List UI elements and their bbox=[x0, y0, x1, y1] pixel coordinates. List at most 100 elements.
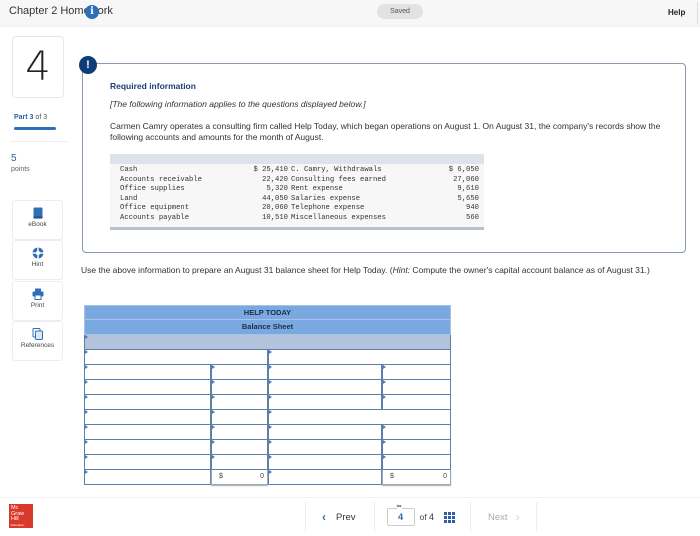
page-number-input[interactable]: ∞ 4 bbox=[386, 503, 415, 526]
next-button[interactable]: Next › bbox=[471, 510, 536, 524]
right-account-dropdown[interactable] bbox=[268, 395, 382, 410]
left-amount-input[interactable] bbox=[211, 395, 268, 410]
left-total-value: $ 0 bbox=[211, 470, 268, 485]
account-amount: 5,650 bbox=[457, 194, 479, 203]
chevron-left-icon: ‹ bbox=[322, 510, 326, 524]
required-info-heading: Required information bbox=[110, 81, 196, 91]
right-account-dropdown[interactable] bbox=[268, 380, 382, 395]
accounts-table-body: Cash $ 25,410 C. Camry, Withdrawals $ 6,050… bbox=[110, 164, 484, 227]
account-amount: $ 6,050 bbox=[448, 166, 479, 174]
mcgraw-hill-logo: Mc Graw Hill Education bbox=[9, 504, 33, 528]
table-row: Accounts receivable 22,420 Consulting fees… bbox=[110, 176, 484, 186]
account-amount: 940 bbox=[466, 204, 479, 213]
right-account-dropdown[interactable] bbox=[268, 365, 382, 380]
lifebuoy-icon bbox=[31, 247, 44, 259]
table-row: $ 0 $ 0 bbox=[84, 470, 451, 485]
left-amount-input[interactable] bbox=[211, 365, 268, 380]
table-row bbox=[84, 365, 451, 380]
right-amount-input[interactable] bbox=[382, 365, 451, 380]
part-of: of 3 bbox=[35, 114, 48, 121]
page-of: of 4 bbox=[420, 512, 434, 522]
next-label: Next bbox=[488, 511, 508, 523]
references-button[interactable]: References bbox=[12, 321, 63, 361]
left-amount-input[interactable] bbox=[211, 440, 268, 455]
part-indicator: Part 3 of 3 bbox=[14, 114, 47, 121]
account-name: Salaries expense bbox=[291, 194, 361, 203]
account-amount: 22,420 bbox=[262, 175, 288, 184]
instructions: Use the above information to prepare an … bbox=[81, 265, 691, 276]
question-navigation: ‹ Prev ∞ 4 of 4 Next › bbox=[305, 502, 537, 532]
account-name: Accounts payable bbox=[120, 213, 190, 222]
right-amount-input[interactable] bbox=[382, 455, 451, 470]
right-account-dropdown[interactable] bbox=[268, 440, 382, 455]
part-progress-bar bbox=[14, 127, 56, 130]
total-pages: 4 bbox=[429, 512, 435, 522]
table-row bbox=[84, 380, 451, 395]
prev-label: Prev bbox=[336, 511, 356, 523]
accounts-table-footer bbox=[110, 226, 484, 230]
divider bbox=[0, 497, 700, 498]
right-amount-input[interactable] bbox=[382, 440, 451, 455]
date-header-dropdown[interactable] bbox=[84, 335, 451, 350]
left-amount-input[interactable] bbox=[211, 380, 268, 395]
left-account-dropdown[interactable] bbox=[84, 440, 211, 455]
left-account-dropdown[interactable] bbox=[84, 410, 211, 425]
table-row: Office equipment 20,060 Telephone expense 9… bbox=[110, 204, 484, 214]
account-name: Miscellaneous expenses bbox=[291, 213, 386, 222]
problem-paragraph: Carmen Camry operates a consulting firm … bbox=[110, 121, 661, 142]
left-amount-input[interactable] bbox=[211, 410, 268, 425]
balance-sheet-company: HELP TODAY bbox=[84, 305, 451, 320]
info-icon[interactable]: i bbox=[85, 5, 99, 19]
ebook-button[interactable]: eBook bbox=[12, 200, 63, 240]
left-amount-input[interactable] bbox=[211, 425, 268, 440]
table-row bbox=[84, 395, 451, 410]
right-section-header-dropdown[interactable] bbox=[268, 410, 451, 425]
left-account-dropdown[interactable] bbox=[84, 425, 211, 440]
required-information-panel: Required information [The following info… bbox=[82, 63, 686, 253]
right-account-dropdown[interactable] bbox=[268, 455, 382, 470]
divider bbox=[697, 2, 698, 24]
accounts-table-header bbox=[110, 154, 484, 164]
left-amount-input[interactable] bbox=[211, 455, 268, 470]
total-amount: 0 bbox=[443, 473, 447, 480]
right-amount-input[interactable] bbox=[382, 395, 451, 410]
chevron-right-icon: › bbox=[515, 510, 520, 524]
right-account-dropdown[interactable] bbox=[268, 425, 382, 440]
right-amount-input[interactable] bbox=[382, 380, 451, 395]
table-row: Land 44,050 Salaries expense 5,650 bbox=[110, 195, 484, 205]
account-amount: 20,060 bbox=[262, 204, 288, 213]
of-label: of bbox=[419, 512, 427, 522]
prev-button[interactable]: ‹ Prev bbox=[306, 510, 374, 524]
account-amount: 5,320 bbox=[266, 185, 288, 194]
table-row bbox=[84, 440, 451, 455]
table-row bbox=[84, 455, 451, 470]
account-amount: 27,060 bbox=[453, 175, 479, 184]
left-account-dropdown[interactable] bbox=[84, 455, 211, 470]
account-name: Cash bbox=[120, 166, 138, 174]
right-section-header-dropdown[interactable] bbox=[268, 350, 451, 365]
table-row: Office supplies 5,320 Rent expense 9,610 bbox=[110, 185, 484, 195]
instructions-text-end: Compute the owner's capital account bala… bbox=[410, 265, 650, 275]
help-link[interactable]: Help bbox=[668, 8, 685, 17]
logo-text: Education bbox=[11, 522, 25, 527]
right-total-label-dropdown[interactable] bbox=[268, 470, 382, 485]
left-account-dropdown[interactable] bbox=[84, 380, 211, 395]
account-amount: 10,510 bbox=[262, 213, 288, 222]
left-section-header-dropdown[interactable] bbox=[84, 350, 268, 365]
left-account-dropdown[interactable] bbox=[84, 395, 211, 410]
book-icon bbox=[33, 207, 42, 219]
balance-sheet-title: Balance Sheet bbox=[84, 320, 451, 335]
applies-note: [The following information applies to th… bbox=[110, 99, 366, 109]
grid-icon[interactable] bbox=[444, 511, 456, 523]
left-total-label-dropdown[interactable] bbox=[84, 470, 211, 485]
table-row bbox=[84, 410, 451, 425]
link-icon: ∞ bbox=[396, 503, 402, 510]
hint-button[interactable]: Hint bbox=[12, 240, 63, 280]
points-label: points bbox=[11, 166, 30, 173]
hint-label: Hint: bbox=[392, 265, 411, 275]
account-amount: $ 25,410 bbox=[253, 166, 288, 174]
table-row bbox=[84, 335, 451, 350]
left-account-dropdown[interactable] bbox=[84, 365, 211, 380]
right-amount-input[interactable] bbox=[382, 425, 451, 440]
print-button[interactable]: Print bbox=[12, 281, 63, 321]
